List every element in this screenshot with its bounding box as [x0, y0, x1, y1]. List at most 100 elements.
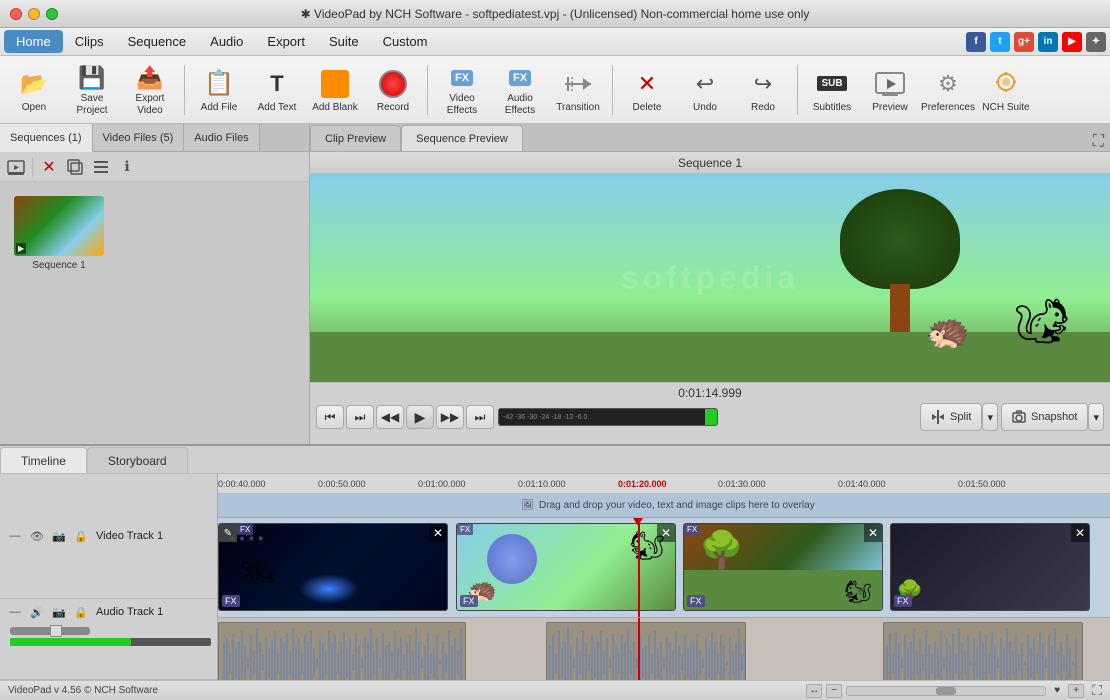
audio-track-lock[interactable]: 🔒 [72, 603, 90, 621]
video-clip-4[interactable]: 🌳 FX ✕ [890, 523, 1090, 611]
audio-effects-button[interactable]: FX Audio Effects [492, 61, 548, 119]
open-button[interactable]: 📂 Open [6, 61, 62, 119]
tab-timeline[interactable]: Timeline [0, 447, 87, 473]
save-project-button[interactable]: 💾 Save Project [64, 61, 120, 119]
add-text-button[interactable]: T Add Text [249, 61, 305, 119]
video-track-collapse[interactable]: — [6, 527, 24, 545]
subtitles-button[interactable]: SUB Subtitles [804, 61, 860, 119]
timeline-scrollbar[interactable] [846, 686, 1046, 696]
snapshot-button[interactable]: Snapshot [1001, 403, 1088, 431]
remove-sequence-button[interactable]: ✕ [37, 155, 61, 179]
tab-storyboard[interactable]: Storyboard [87, 447, 188, 473]
audio-clip-2[interactable]: FX 🔊 🔗 [546, 622, 746, 680]
menu-audio[interactable]: Audio [198, 30, 255, 53]
list-view-button[interactable] [89, 155, 113, 179]
duplicate-button[interactable] [63, 155, 87, 179]
menu-export[interactable]: Export [255, 30, 317, 53]
ruler-mark-1: 0:00:50.000 [318, 479, 366, 489]
expand-timeline-button[interactable]: ⛶ [1092, 682, 1102, 699]
add-text-icon: T [261, 68, 293, 100]
social-links[interactable]: f t g+ in ▶ ✦ [966, 32, 1106, 52]
close-button[interactable] [10, 8, 22, 20]
track-area[interactable]: 0:00:40.000 0:00:50.000 0:01:00.000 0:01… [218, 474, 1110, 680]
clip1-edit-icon: ✎ [219, 524, 237, 542]
redo-button[interactable]: ↪ Redo [735, 61, 791, 119]
titlebar: ✱ VideoPad by NCH Software - softpediate… [0, 0, 1110, 28]
video-clip-1[interactable]: ★ ★ ★ ★ 🛰 FX ✕ ✎ FX [218, 523, 448, 611]
main-layout: Sequences (1) Video Files (5) Audio File… [0, 124, 1110, 680]
preferences-icon: ⚙ [932, 68, 964, 100]
audio-track-camera2[interactable]: 📷 [50, 603, 68, 621]
audio-clip-3[interactable]: FX 🔊 🔗 [883, 622, 1083, 680]
clip2-close-btn[interactable]: ✕ [657, 524, 675, 542]
window-controls[interactable] [10, 8, 58, 20]
facebook-icon[interactable]: f [966, 32, 986, 52]
tab-video-files[interactable]: Video Files (5) [93, 124, 185, 151]
preview-screen: 🐿 🦔 softpedia [310, 174, 1110, 382]
add-sequence-button[interactable] [4, 155, 28, 179]
clip3-close-btn[interactable]: ✕ [864, 524, 882, 542]
tab-clip-preview[interactable]: Clip Preview [310, 125, 401, 151]
tab-sequences[interactable]: Sequences (1) [0, 124, 93, 152]
audio-clip-1[interactable]: FX 🔊 🔗 [218, 622, 466, 680]
twitter-icon[interactable]: t [990, 32, 1010, 52]
preferences-button[interactable]: ⚙ Preferences [920, 61, 976, 119]
nch-suite-icon [990, 68, 1022, 100]
delete-label: Delete [633, 102, 662, 114]
youtube-icon[interactable]: ▶ [1062, 32, 1082, 52]
scroll-left-button[interactable]: ↔ [806, 684, 822, 698]
split-dropdown-button[interactable]: ▾ [982, 403, 998, 431]
zoom-out-button[interactable]: − [826, 684, 842, 698]
play-button[interactable]: ▶ [406, 405, 434, 429]
delete-icon: ✕ [631, 68, 663, 100]
clip1-close-btn[interactable]: ✕ [429, 524, 447, 542]
add-file-button[interactable]: 📋 Add File [191, 61, 247, 119]
googleplus-icon[interactable]: g+ [1014, 32, 1034, 52]
video-track-lock[interactable]: 🔒 [72, 527, 90, 545]
step-back-button[interactable]: ◀◀ [376, 405, 404, 429]
prev-frame-button[interactable]: ⏭ [346, 405, 374, 429]
video-clip-2[interactable]: 🐿 🦔 FX ✕ FX [456, 523, 676, 611]
snapshot-dropdown-button[interactable]: ▾ [1088, 403, 1104, 431]
zoom-in-button[interactable]: + [1068, 684, 1084, 698]
add-blank-button[interactable]: Add Blank [307, 61, 363, 119]
video-track-camera[interactable]: 📷 [50, 527, 68, 545]
menu-suite[interactable]: Suite [317, 30, 371, 53]
linkedin-icon[interactable]: in [1038, 32, 1058, 52]
video-track-eye[interactable]: 👁 [28, 527, 46, 545]
delete-button[interactable]: ✕ Delete [619, 61, 675, 119]
toolbar-sep-2 [427, 65, 428, 115]
info-button[interactable]: ℹ [115, 155, 139, 179]
export-video-button[interactable]: 📤 Export Video [122, 61, 178, 119]
sequence-item[interactable]: ▶ Sequence 1 [8, 190, 110, 277]
menu-sequence[interactable]: Sequence [116, 30, 199, 53]
tab-audio-files[interactable]: Audio Files [184, 124, 259, 151]
clip4-fx-label: FX [894, 595, 912, 607]
skip-to-start-button[interactable]: ⏮ [316, 405, 344, 429]
split-button[interactable]: Split [920, 403, 982, 431]
maximize-button[interactable] [46, 8, 58, 20]
overlay-hint-text: Drag and drop your video, text and image… [539, 500, 815, 511]
menu-home[interactable]: Home [4, 30, 63, 53]
menu-clips[interactable]: Clips [63, 30, 116, 53]
expand-preview-button[interactable]: ⛶ [1093, 133, 1104, 151]
video-effects-button[interactable]: FX Video Effects [434, 61, 490, 119]
preview-button[interactable]: Preview [862, 61, 918, 119]
transition-button[interactable]: Transition [550, 61, 606, 119]
undo-button[interactable]: ↩ Undo [677, 61, 733, 119]
nch-suite-button[interactable]: NCH Suite [978, 61, 1034, 119]
clip1-fx-badge: FX [237, 524, 253, 535]
minimize-button[interactable] [28, 8, 40, 20]
skip-to-end-button[interactable]: ⏭ [466, 405, 494, 429]
tab-sequence-preview[interactable]: Sequence Preview [401, 125, 523, 151]
audio-track-name: Audio Track 1 [96, 606, 163, 618]
menu-custom[interactable]: Custom [371, 30, 440, 53]
clip4-close-btn[interactable]: ✕ [1071, 524, 1089, 542]
step-forward-button[interactable]: ▶▶ [436, 405, 464, 429]
rss-icon[interactable]: ✦ [1086, 32, 1106, 52]
audio-track-collapse[interactable]: — [6, 603, 24, 621]
record-button[interactable]: Record [365, 61, 421, 119]
video-clip-3[interactable]: 🌳 🐿 FX ✕ FX [683, 523, 883, 611]
volume-slider[interactable] [10, 627, 90, 635]
audio-track-speaker[interactable]: 🔊 [28, 603, 46, 621]
